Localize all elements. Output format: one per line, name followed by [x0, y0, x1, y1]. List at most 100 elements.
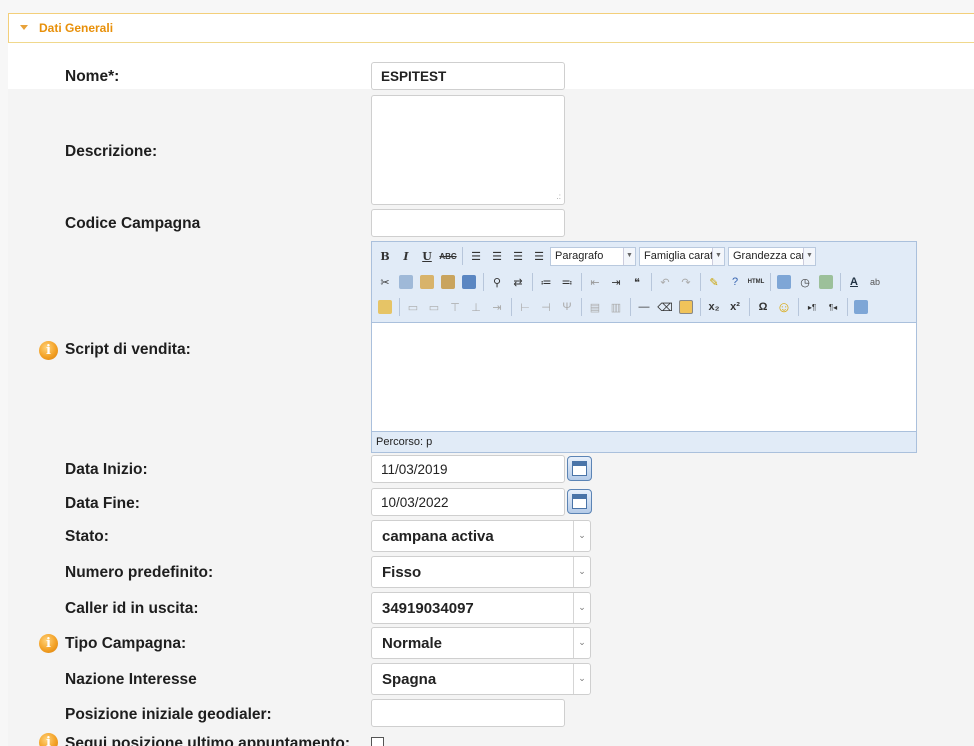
- split-cells-icon[interactable]: ▤: [585, 297, 605, 317]
- emoticon-icon[interactable]: ☺: [774, 297, 794, 317]
- calendar-icon[interactable]: [567, 489, 592, 514]
- data-inizio-label: Data Inizio:: [65, 461, 148, 478]
- chevron-down-icon: ⌄: [573, 521, 590, 551]
- align-center-icon[interactable]: ☰: [487, 246, 507, 266]
- tipo-campagna-label: Tipo Campagna:: [65, 635, 187, 652]
- nome-input[interactable]: ESPITEST: [371, 62, 565, 90]
- help-icon[interactable]: ?: [725, 272, 745, 292]
- italic-button[interactable]: I: [396, 246, 416, 266]
- align-justify-icon[interactable]: ☰: [529, 246, 549, 266]
- resize-grip-icon[interactable]: .:: [557, 192, 561, 201]
- delete-col-icon[interactable]: Ψ: [557, 297, 577, 317]
- paste-word-icon[interactable]: [459, 272, 479, 292]
- align-left-icon[interactable]: ☰: [466, 246, 486, 266]
- script-vendita-label: Script di vendita:: [65, 341, 191, 358]
- visual-aid-icon[interactable]: [676, 297, 696, 317]
- rich-text-editor: B I U ABC ☰ ☰ ☰ ☰ Paragrafo ▼ Famiglia ca…: [371, 241, 917, 453]
- numero-predefinito-label: Numero predefinito:: [65, 564, 214, 581]
- chevron-down-icon: ⌄: [573, 628, 590, 658]
- insert-row-after-icon[interactable]: ⊥: [466, 297, 486, 317]
- section-title: Dati Generali: [39, 21, 114, 35]
- indent-icon[interactable]: ⇥: [606, 272, 626, 292]
- cleanup-icon[interactable]: ✎: [704, 272, 724, 292]
- data-fine-input[interactable]: 10/03/2022: [371, 488, 565, 516]
- font-size-select[interactable]: Grandezza car ▼: [728, 246, 816, 266]
- font-family-select[interactable]: Famiglia caratt ▼: [639, 246, 725, 266]
- insert-date-icon[interactable]: [774, 272, 794, 292]
- insert-col-after-icon[interactable]: ⊣: [536, 297, 556, 317]
- superscript-icon[interactable]: x²: [725, 297, 745, 317]
- chevron-down-icon: ▼: [712, 247, 724, 265]
- editor-path: Percorso: p: [376, 436, 433, 448]
- fullscreen-icon[interactable]: [851, 297, 871, 317]
- segui-posizione-checkbox[interactable]: [371, 737, 384, 746]
- chevron-down-icon: ⌄: [573, 557, 590, 587]
- info-icon[interactable]: i: [39, 733, 58, 746]
- undo-icon[interactable]: ↶: [655, 272, 675, 292]
- chevron-down-icon: ⌄: [573, 664, 590, 694]
- merge-cells-icon[interactable]: ▥: [606, 297, 626, 317]
- cut-icon[interactable]: ✂: [375, 272, 395, 292]
- redo-icon[interactable]: ↷: [676, 272, 696, 292]
- insert-col-before-icon[interactable]: ⊢: [515, 297, 535, 317]
- data-inizio-input[interactable]: 11/03/2019: [371, 455, 565, 483]
- collapse-triangle-icon[interactable]: [20, 25, 28, 30]
- bullet-list-icon[interactable]: ≔: [536, 272, 556, 292]
- data-fine-label: Data Fine:: [65, 495, 140, 512]
- segui-posizione-label: Segui posizione ultimo appuntamento:: [65, 735, 351, 746]
- special-char-icon[interactable]: Ω: [753, 297, 773, 317]
- horizontal-rule-icon[interactable]: —: [634, 297, 654, 317]
- calendar-icon[interactable]: [567, 456, 592, 481]
- caller-id-label: Caller id in uscita:: [65, 600, 199, 617]
- info-icon[interactable]: i: [39, 634, 58, 653]
- edit-css-icon[interactable]: [375, 297, 395, 317]
- chevron-down-icon: ▼: [803, 247, 815, 265]
- find-icon[interactable]: ⚲: [487, 272, 507, 292]
- descrizione-label: Descrizione:: [65, 143, 158, 160]
- insert-row-before-icon[interactable]: ⊤: [445, 297, 465, 317]
- paste-icon[interactable]: [417, 272, 437, 292]
- replace-icon[interactable]: ⇄: [508, 272, 528, 292]
- caller-id-select[interactable]: 34919034097 ⌄: [371, 592, 591, 624]
- delete-row-icon[interactable]: ⇥: [487, 297, 507, 317]
- paste-text-icon[interactable]: [438, 272, 458, 292]
- table-row-icon[interactable]: ▭: [403, 297, 423, 317]
- rtl-icon[interactable]: ¶◂: [823, 297, 843, 317]
- tipo-campagna-select[interactable]: Normale ⌄: [371, 627, 591, 659]
- stato-select[interactable]: campana activa ⌄: [371, 520, 591, 552]
- font-color-icon[interactable]: A: [844, 272, 864, 292]
- outdent-icon[interactable]: ⇤: [585, 272, 605, 292]
- ltr-icon[interactable]: ▸¶: [802, 297, 822, 317]
- insert-time-icon[interactable]: ◷: [795, 272, 815, 292]
- descrizione-textarea[interactable]: .:: [371, 95, 565, 205]
- blockquote-icon[interactable]: ❝: [627, 272, 647, 292]
- numero-predefinito-select[interactable]: Fisso ⌄: [371, 556, 591, 588]
- section-header[interactable]: Dati Generali: [8, 13, 974, 43]
- nazione-interesse-select[interactable]: Spagna ⌄: [371, 663, 591, 695]
- strikethrough-button[interactable]: ABC: [438, 246, 458, 266]
- preview-icon[interactable]: [816, 272, 836, 292]
- remove-format-icon[interactable]: ⌫: [655, 297, 675, 317]
- editor-toolbar-row-1: B I U ABC ☰ ☰ ☰ ☰ Paragrafo ▼ Famiglia ca…: [375, 244, 819, 268]
- background-color-icon[interactable]: ab: [865, 272, 885, 292]
- chevron-down-icon: ⌄: [573, 593, 590, 623]
- nome-label: Nome*:: [65, 68, 120, 85]
- numbered-list-icon[interactable]: ≕: [557, 272, 577, 292]
- copy-icon[interactable]: [396, 272, 416, 292]
- table-cell-icon[interactable]: ▭: [424, 297, 444, 317]
- format-select[interactable]: Paragrafo ▼: [550, 246, 636, 266]
- underline-button[interactable]: U: [417, 246, 437, 266]
- bold-button[interactable]: B: [375, 246, 395, 266]
- editor-content-area[interactable]: [372, 322, 916, 432]
- html-source-icon[interactable]: HTML: [746, 272, 766, 292]
- codice-campagna-input[interactable]: [371, 209, 565, 237]
- posizione-iniziale-input[interactable]: [371, 699, 565, 727]
- editor-toolbar-row-3: ▭ ▭ ⊤ ⊥ ⇥ ⊢ ⊣ Ψ ▤ ▥ — ⌫ x₂ x² Ω ☺ ▸¶ ¶◂: [375, 295, 872, 319]
- codice-campagna-label: Codice Campagna: [65, 215, 201, 232]
- align-right-icon[interactable]: ☰: [508, 246, 528, 266]
- stato-label: Stato:: [65, 528, 109, 545]
- subscript-icon[interactable]: x₂: [704, 297, 724, 317]
- posizione-iniziale-label: Posizione iniziale geodialer:: [65, 706, 272, 723]
- editor-toolbar-row-2: ✂ ⚲ ⇄ ≔ ≕ ⇤ ⇥ ❝ ↶ ↷ ✎ ? HTML ◷ A ab: [375, 270, 886, 294]
- info-icon[interactable]: i: [39, 341, 58, 360]
